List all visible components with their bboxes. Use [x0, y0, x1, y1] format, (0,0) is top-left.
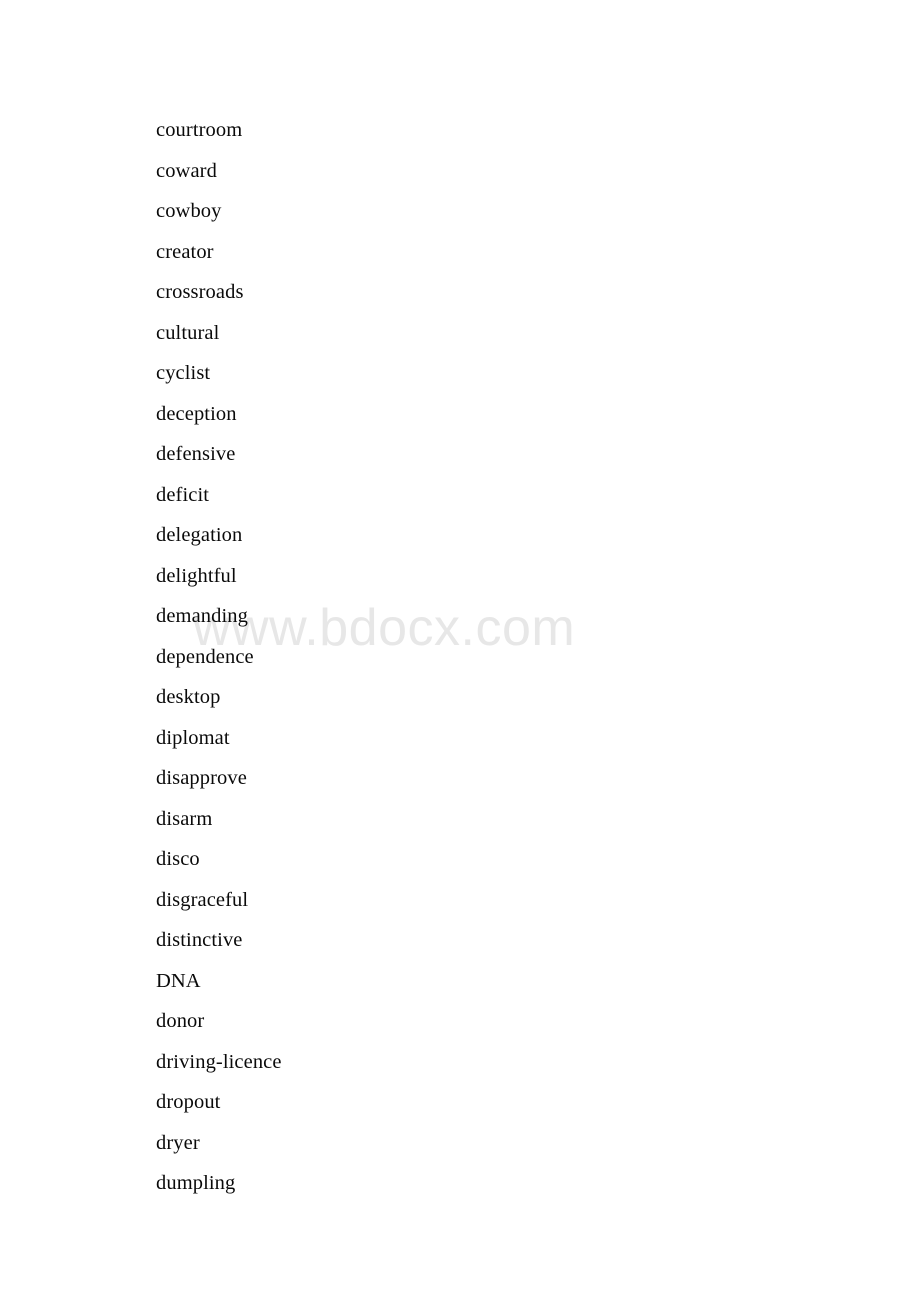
document-page: www.bdocx.com courtroom coward cowboy cr…: [0, 0, 920, 1302]
list-item: courtroom: [156, 119, 243, 141]
list-item: crossroads: [156, 281, 244, 303]
list-item: cowboy: [156, 200, 222, 222]
list-item: defensive: [156, 443, 236, 465]
list-item: disco: [156, 848, 200, 870]
list-item: cultural: [156, 321, 220, 344]
list-item: driving-licence: [156, 1050, 282, 1073]
list-item: dropout: [156, 1091, 221, 1113]
list-item: disarm: [156, 807, 213, 830]
list-item: dumpling: [156, 1172, 236, 1194]
list-item: disgraceful: [156, 888, 249, 911]
list-item: delegation: [156, 524, 243, 546]
vocabulary-word-list: courtroom coward cowboy creator crossroa…: [156, 110, 716, 1204]
list-item: cyclist: [156, 362, 211, 384]
list-item: deception: [156, 402, 237, 425]
list-item: DNA: [156, 969, 201, 992]
list-item: delightful: [156, 564, 237, 587]
list-item: desktop: [156, 686, 221, 708]
list-item: coward: [156, 159, 217, 182]
list-item: demanding: [156, 605, 248, 627]
list-item: deficit: [156, 483, 210, 506]
list-item: donor: [156, 1010, 205, 1032]
list-item: dependence: [156, 645, 254, 668]
list-item: creator: [156, 240, 214, 263]
list-item: diplomat: [156, 726, 230, 749]
list-item: disapprove: [156, 767, 247, 789]
list-item: distinctive: [156, 929, 243, 951]
list-item: dryer: [156, 1131, 200, 1154]
